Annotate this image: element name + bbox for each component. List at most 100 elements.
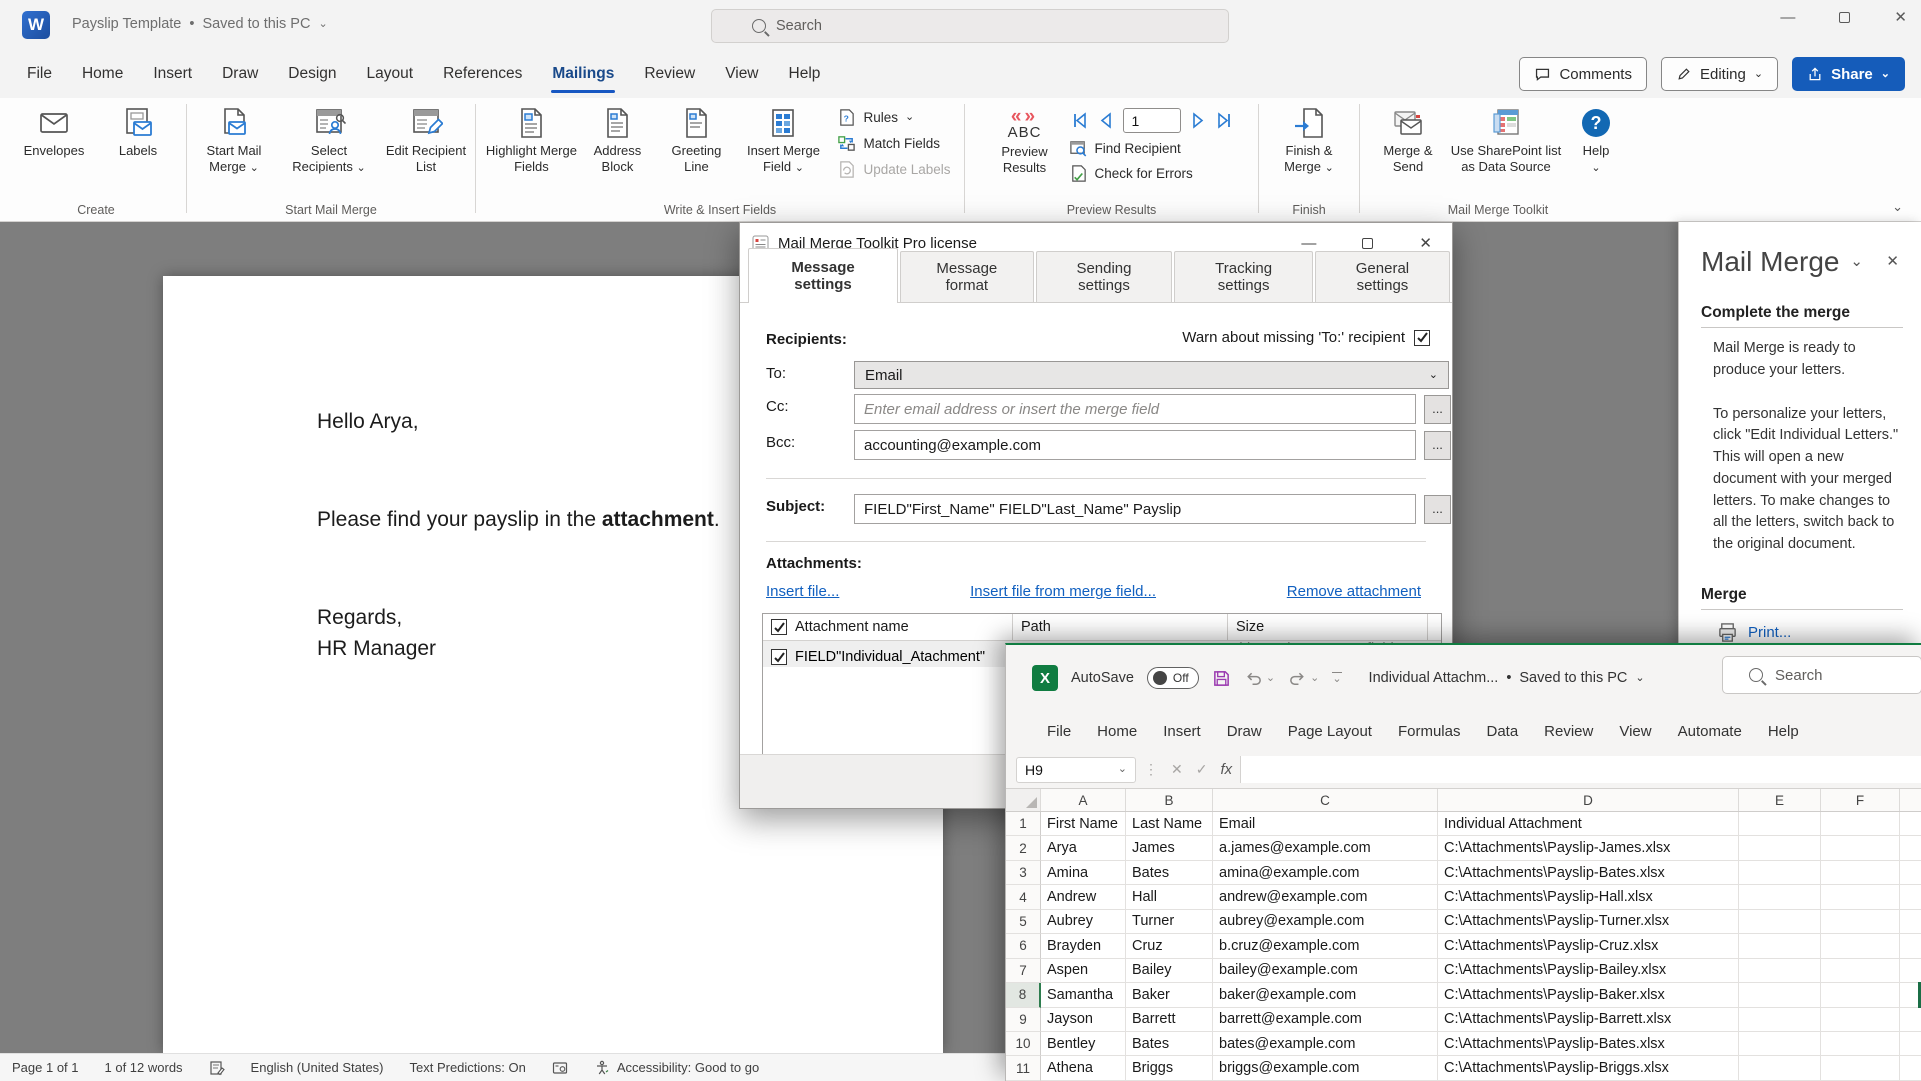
cell-email[interactable]: briggs@example.com bbox=[1213, 1056, 1438, 1080]
cell-e[interactable] bbox=[1739, 934, 1821, 958]
share-button[interactable]: Share ⌄ bbox=[1792, 57, 1905, 91]
sheet-row[interactable]: 11 Athena Briggs briggs@example.com C:\A… bbox=[1006, 1056, 1921, 1080]
cell-last-name[interactable]: Bates bbox=[1126, 1032, 1213, 1056]
sheet-row[interactable]: 2 Arya James a.james@example.com C:\Atta… bbox=[1006, 836, 1921, 860]
cell-attachment-path[interactable]: C:\Attachments\Payslip-Bailey.xlsx bbox=[1438, 959, 1739, 983]
subject-input[interactable] bbox=[854, 494, 1416, 524]
excel-menu-item[interactable]: Draw bbox=[1214, 723, 1275, 740]
cell-f[interactable] bbox=[1821, 836, 1900, 860]
cell-e[interactable] bbox=[1739, 959, 1821, 983]
cell-attachment-path[interactable]: C:\Attachments\Payslip-James.xlsx bbox=[1438, 836, 1739, 860]
ribbon-tab[interactable]: Help bbox=[774, 50, 836, 98]
cell-first-name[interactable]: Amina bbox=[1041, 861, 1126, 885]
cell-last-name[interactable]: Bailey bbox=[1126, 959, 1213, 983]
word-app-icon[interactable]: W bbox=[22, 11, 50, 39]
close-button[interactable]: ✕ bbox=[1894, 8, 1907, 26]
cell-email[interactable]: b.cruz@example.com bbox=[1213, 934, 1438, 958]
sheet-row[interactable]: 3 Amina Bates amina@example.com C:\Attac… bbox=[1006, 861, 1921, 885]
print-link[interactable]: Print... bbox=[1717, 622, 1903, 643]
cell-last-name[interactable]: James bbox=[1126, 836, 1213, 860]
column-header-b[interactable]: B bbox=[1126, 789, 1213, 811]
cell-email[interactable]: andrew@example.com bbox=[1213, 885, 1438, 909]
excel-menu-item[interactable]: Help bbox=[1755, 723, 1812, 740]
word-count[interactable]: 1 of 12 words bbox=[105, 1060, 183, 1075]
excel-menu-item[interactable]: Formulas bbox=[1385, 723, 1474, 740]
ribbon-tab[interactable]: Insert bbox=[138, 50, 207, 98]
formula-input[interactable] bbox=[1240, 756, 1921, 783]
row-number[interactable]: 6 bbox=[1006, 934, 1041, 958]
row-number[interactable]: 4 bbox=[1006, 885, 1041, 909]
excel-doc-title[interactable]: Individual Attachm... • Saved to this PC… bbox=[1369, 670, 1645, 686]
cell-last-name[interactable]: Cruz bbox=[1126, 934, 1213, 958]
save-button[interactable] bbox=[1212, 669, 1231, 688]
cell-email[interactable]: bates@example.com bbox=[1213, 1032, 1438, 1056]
task-pane-close-icon[interactable]: ✕ bbox=[1886, 252, 1899, 270]
remove-attachment-link[interactable]: Remove attachment bbox=[1287, 583, 1421, 600]
row-number[interactable]: 1 bbox=[1006, 812, 1041, 836]
subject-browse-button[interactable]: ... bbox=[1424, 495, 1451, 524]
cancel-entry-icon[interactable]: ✕ bbox=[1171, 761, 1183, 778]
sheet-row[interactable]: 7 Aspen Bailey bailey@example.com C:\Att… bbox=[1006, 959, 1921, 983]
ribbon-tab[interactable]: References bbox=[428, 50, 537, 98]
column-header-d[interactable]: D bbox=[1438, 789, 1739, 811]
bcc-browse-button[interactable]: ... bbox=[1424, 431, 1451, 460]
cell-last-name[interactable]: Last Name bbox=[1126, 812, 1213, 836]
proofing-status[interactable] bbox=[209, 1060, 225, 1076]
language-status[interactable]: English (United States) bbox=[251, 1060, 384, 1075]
autosave-toggle[interactable]: Off bbox=[1147, 667, 1199, 689]
ribbon-tab[interactable]: View bbox=[710, 50, 773, 98]
cell-first-name[interactable]: Arya bbox=[1041, 836, 1126, 860]
greeting-line-button[interactable]: Greeting Line bbox=[657, 102, 735, 176]
dialog-tab[interactable]: Message format bbox=[900, 251, 1034, 302]
attachment-name-header[interactable]: Attachment name bbox=[795, 619, 909, 635]
cell-email[interactable]: baker@example.com bbox=[1213, 983, 1438, 1007]
check-for-errors-button[interactable]: Check for Errors bbox=[1069, 164, 1233, 183]
cell-first-name[interactable]: First Name bbox=[1041, 812, 1126, 836]
ribbon-tab[interactable]: Layout bbox=[352, 50, 429, 98]
dialog-tab[interactable]: Tracking settings bbox=[1174, 251, 1313, 302]
cell-f[interactable] bbox=[1821, 983, 1900, 1007]
start-mail-merge-button[interactable]: Start Mail Merge ⌄ bbox=[187, 102, 281, 176]
excel-menu-item[interactable]: Home bbox=[1084, 723, 1150, 740]
excel-menu-item[interactable]: Automate bbox=[1665, 723, 1755, 740]
cell-last-name[interactable]: Briggs bbox=[1126, 1056, 1213, 1080]
ribbon-tab[interactable]: File bbox=[12, 50, 67, 98]
cell-email[interactable]: barrett@example.com bbox=[1213, 1008, 1438, 1032]
confirm-entry-icon[interactable]: ✓ bbox=[1196, 761, 1208, 778]
redo-button[interactable]: ⌄ bbox=[1288, 669, 1319, 688]
column-header-f[interactable]: F bbox=[1821, 789, 1900, 811]
cell-attachment-path[interactable]: C:\Attachments\Payslip-Briggs.xlsx bbox=[1438, 1056, 1739, 1080]
match-fields-button[interactable]: Match Fields bbox=[837, 134, 950, 153]
cell-last-name[interactable]: Barrett bbox=[1126, 1008, 1213, 1032]
cell-email[interactable]: aubrey@example.com bbox=[1213, 910, 1438, 934]
cell-email[interactable]: a.james@example.com bbox=[1213, 836, 1438, 860]
cell-last-name[interactable]: Baker bbox=[1126, 983, 1213, 1007]
comments-button[interactable]: Comments bbox=[1519, 57, 1647, 91]
excel-search-box[interactable]: Search bbox=[1722, 656, 1921, 694]
cell-attachment-path[interactable]: C:\Attachments\Payslip-Turner.xlsx bbox=[1438, 910, 1739, 934]
row-number[interactable]: 10 bbox=[1006, 1032, 1041, 1056]
record-number-input[interactable]: 1 bbox=[1123, 108, 1181, 133]
sheet-row[interactable]: 10 Bentley Bates bates@example.com C:\At… bbox=[1006, 1032, 1921, 1056]
row-number[interactable]: 5 bbox=[1006, 910, 1041, 934]
cell-first-name[interactable]: Andrew bbox=[1041, 885, 1126, 909]
cell-f[interactable] bbox=[1821, 959, 1900, 983]
drag-handle-icon[interactable]: ⋮ bbox=[1144, 761, 1158, 778]
edit-recipient-list-button[interactable]: Edit Recipient List bbox=[377, 102, 475, 176]
warn-missing-to-checkbox[interactable] bbox=[1414, 330, 1430, 346]
sheet-row[interactable]: 4 Andrew Hall andrew@example.com C:\Atta… bbox=[1006, 885, 1921, 909]
collapse-ribbon-button[interactable]: ⌄ bbox=[1892, 199, 1903, 215]
cell-attachment-path[interactable]: C:\Attachments\Payslip-Bates.xlsx bbox=[1438, 1032, 1739, 1056]
cell-attachment-path[interactable]: Individual Attachment bbox=[1438, 812, 1739, 836]
editing-button[interactable]: Editing ⌄ bbox=[1661, 57, 1778, 91]
cell-f[interactable] bbox=[1821, 1008, 1900, 1032]
cell-first-name[interactable]: Samantha bbox=[1041, 983, 1126, 1007]
row-number[interactable]: 8 bbox=[1006, 983, 1041, 1007]
cell-f[interactable] bbox=[1821, 812, 1900, 836]
cell-e[interactable] bbox=[1739, 812, 1821, 836]
cell-f[interactable] bbox=[1821, 934, 1900, 958]
cell-first-name[interactable]: Jayson bbox=[1041, 1008, 1126, 1032]
insert-file-link[interactable]: Insert file... bbox=[766, 583, 839, 600]
cell-e[interactable] bbox=[1739, 885, 1821, 909]
cell-attachment-path[interactable]: C:\Attachments\Payslip-Hall.xlsx bbox=[1438, 885, 1739, 909]
